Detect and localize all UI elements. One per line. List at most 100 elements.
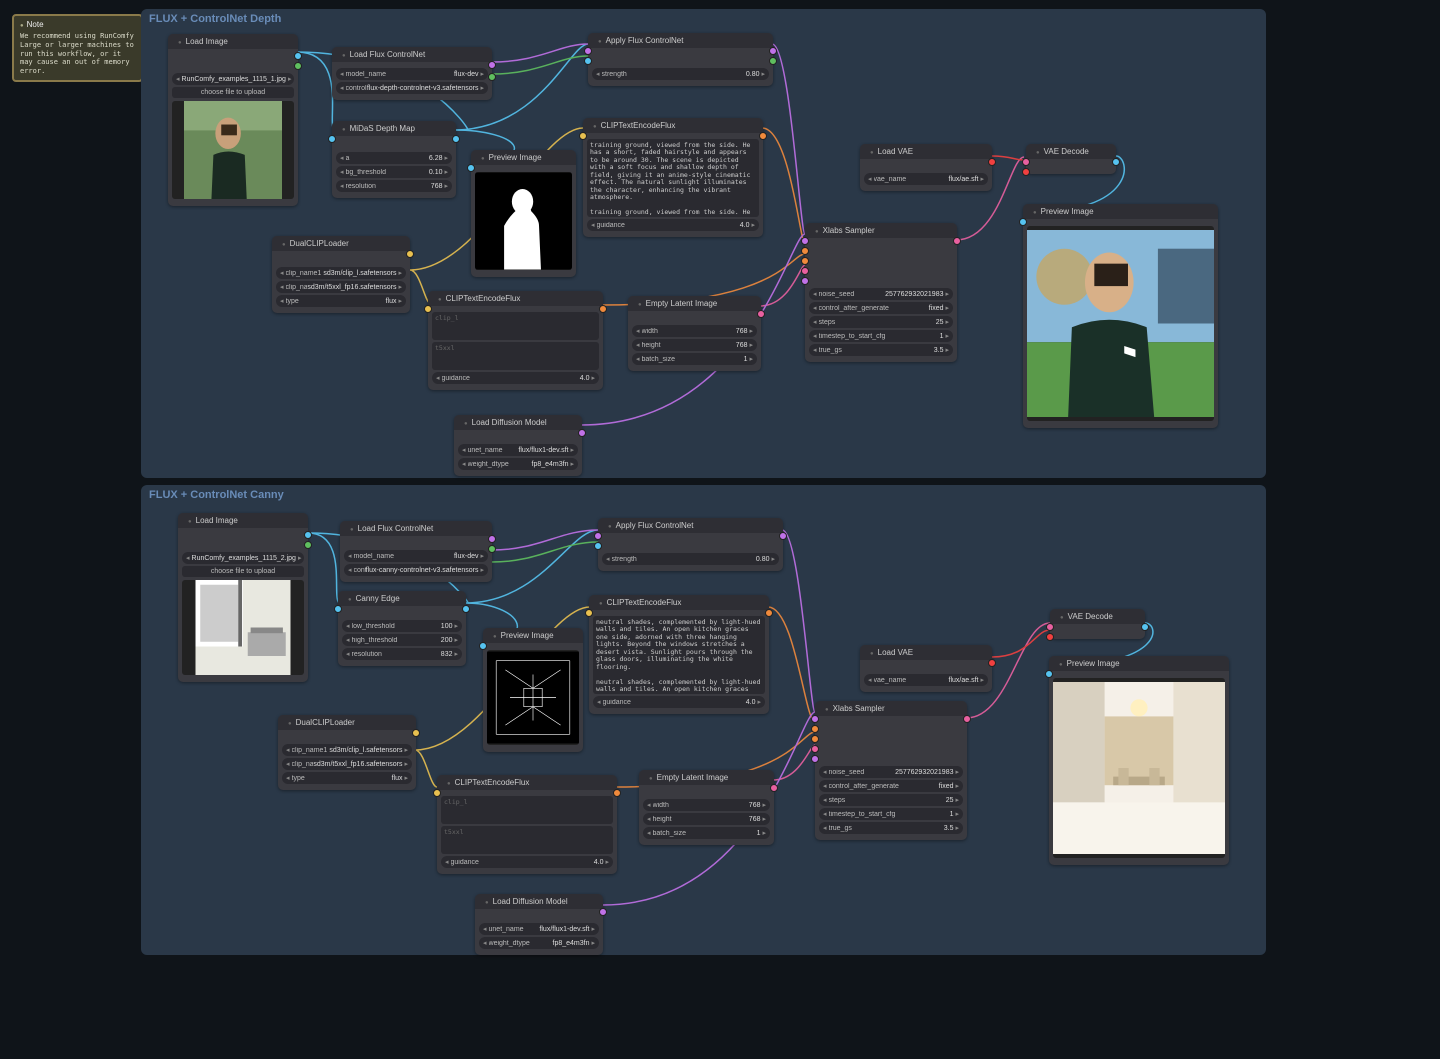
field-bg-threshold[interactable]: ◂bg_threshold0.10▸ <box>336 166 452 178</box>
port-out[interactable] <box>769 47 777 55</box>
field-timestep[interactable]: ◂timestep_to_start_cfg1▸ <box>819 808 963 820</box>
port-in[interactable] <box>328 135 336 143</box>
port-in[interactable] <box>1046 623 1054 631</box>
port-in[interactable] <box>801 257 809 265</box>
node-load-diffusion[interactable]: Load Diffusion Model ◂unet_nameflux/flux… <box>475 894 603 955</box>
port-clip-in[interactable] <box>579 132 587 140</box>
field-clip2[interactable]: ◂clip_name2sd3m/t5xxl_fp16.safetensors▸ <box>276 281 406 293</box>
node-midas-depth[interactable]: MiDaS Depth Map ◂a6.28▸ ◂bg_threshold0.1… <box>332 121 456 198</box>
field-height[interactable]: ◂height768▸ <box>643 813 770 825</box>
text-t5xxl[interactable]: t5xxl <box>441 826 613 854</box>
text-clip-l[interactable]: clip_l <box>441 796 613 824</box>
field-steps[interactable]: ◂steps25▸ <box>819 794 963 806</box>
port-in[interactable] <box>801 277 809 285</box>
port-out[interactable] <box>488 61 496 69</box>
node-load-diffusion[interactable]: Load Diffusion Model ◂unet_nameflux/flux… <box>454 415 582 476</box>
field-image[interactable]: ◂imageRunComfy_examples_1115_2.jpg▸ <box>182 552 304 564</box>
port-out[interactable] <box>452 135 460 143</box>
field-batch[interactable]: ◂batch_size1▸ <box>643 827 770 839</box>
field-dtype[interactable]: ◂weight_dtypefp8_e4m3fn▸ <box>458 458 578 470</box>
port-in[interactable] <box>585 609 593 617</box>
port-out[interactable] <box>769 57 777 65</box>
port-mask-out[interactable] <box>294 62 302 70</box>
port-in[interactable] <box>801 267 809 275</box>
field-resolution[interactable]: ◂resolution768▸ <box>336 180 452 192</box>
node-load-image[interactable]: Load Image ◂imageRunComfy_examples_1115_… <box>168 34 298 206</box>
field-strength[interactable]: ◂strength0.80▸ <box>602 553 779 565</box>
node-load-vae[interactable]: Load VAE ◂vae_nameflux/ae.sft▸ <box>860 144 992 191</box>
node-load-image[interactable]: Load Image ◂imageRunComfy_examples_1115_… <box>178 513 308 682</box>
field-seed[interactable]: ◂noise_seed257762932021983▸ <box>809 288 953 300</box>
node-vae-decode[interactable]: VAE Decode <box>1050 609 1145 639</box>
node-clip-text-encode[interactable]: CLIPTextEncodeFlux neutral shades, compl… <box>589 595 769 714</box>
node-canny-edge[interactable]: Canny Edge ◂low_threshold100▸ ◂high_thre… <box>338 591 466 666</box>
field-cag[interactable]: ◂control_after_generatefixed▸ <box>819 780 963 792</box>
node-empty-latent[interactable]: Empty Latent Image ◂width768▸ ◂height768… <box>628 296 761 371</box>
field-clip2[interactable]: ◂clip_name2sd3m/t5xxl_fp16.safetensors▸ <box>282 758 412 770</box>
node-load-flux-controlnet[interactable]: Load Flux ControlNet ◂model_nameflux-dev… <box>340 521 492 582</box>
port-img-out[interactable] <box>1112 158 1120 166</box>
field-image[interactable]: ◂imageRunComfy_examples_1115_1.jpg▸ <box>172 73 294 85</box>
upload-button[interactable]: choose file to upload <box>182 566 304 577</box>
node-vae-decode[interactable]: VAE Decode <box>1026 144 1116 174</box>
port-in[interactable] <box>594 542 602 550</box>
port-vae-out[interactable] <box>988 158 996 166</box>
node-dual-clip-loader[interactable]: DualCLIPLoader ◂clip_name1sd3m/clip_l.sa… <box>272 236 410 313</box>
port-in[interactable] <box>811 735 819 743</box>
port-in[interactable] <box>801 247 809 255</box>
node-load-vae[interactable]: Load VAE ◂vae_nameflux/ae.sft▸ <box>860 645 992 692</box>
field-clip1[interactable]: ◂clip_name1sd3m/clip_l.safetensors▸ <box>282 744 412 756</box>
node-clip-text-encode[interactable]: CLIPTextEncodeFlux clip_l t5xxl ◂guidanc… <box>437 775 617 874</box>
node-load-flux-controlnet[interactable]: Load Flux ControlNet ◂model_nameflux-dev… <box>332 47 492 100</box>
field-vae[interactable]: ◂vae_nameflux/ae.sft▸ <box>864 173 988 185</box>
port-in[interactable] <box>811 715 819 723</box>
port-cond-out[interactable] <box>759 132 767 140</box>
field-vae[interactable]: ◂vae_nameflux/ae.sft▸ <box>864 674 988 686</box>
field-batch[interactable]: ◂batch_size1▸ <box>632 353 757 365</box>
text-clip-l[interactable]: clip_l <box>432 312 599 340</box>
port-in[interactable] <box>467 164 475 172</box>
port-out[interactable] <box>488 73 496 81</box>
port-in[interactable] <box>479 642 487 650</box>
port-image-out[interactable] <box>294 52 302 60</box>
field-high[interactable]: ◂high_threshold200▸ <box>342 634 462 646</box>
port-in[interactable] <box>334 605 342 613</box>
port-in[interactable] <box>1022 168 1030 176</box>
port-in[interactable] <box>811 725 819 733</box>
field-seed[interactable]: ◂noise_seed257762932021983▸ <box>819 766 963 778</box>
node-xlabs-sampler[interactable]: Xlabs Sampler ◂noise_seed257762932021983… <box>805 223 957 362</box>
port-clip-out[interactable] <box>406 250 414 258</box>
node-xlabs-sampler[interactable]: Xlabs Sampler ◂noise_seed257762932021983… <box>815 701 967 840</box>
field-guidance[interactable]: ◂guidance4.0▸ <box>432 372 599 384</box>
field-truegs[interactable]: ◂true_gs3.5▸ <box>809 344 953 356</box>
port-out[interactable] <box>304 531 312 539</box>
port-in[interactable] <box>594 532 602 540</box>
node-clip-text-encode[interactable]: CLIPTextEncodeFlux training ground, view… <box>583 118 763 237</box>
port-in[interactable] <box>1046 633 1054 641</box>
port-out[interactable] <box>963 715 971 723</box>
port-out[interactable] <box>412 729 420 737</box>
field-strength[interactable]: ◂strength0.80▸ <box>592 68 769 80</box>
field-controlnet-path[interactable]: ◂controlnet_pathflux-canny-controlnet-v3… <box>344 564 488 576</box>
port-out[interactable] <box>488 535 496 543</box>
field-steps[interactable]: ◂steps25▸ <box>809 316 953 328</box>
field-res[interactable]: ◂resolution832▸ <box>342 648 462 660</box>
node-graph-canvas[interactable]: Note We recommend using RunComfy Large o… <box>0 0 1440 1059</box>
field-unet[interactable]: ◂unet_nameflux/flux1-dev.sft▸ <box>479 923 599 935</box>
port-out[interactable] <box>770 784 778 792</box>
field-a[interactable]: ◂a6.28▸ <box>336 152 452 164</box>
port-out[interactable] <box>988 659 996 667</box>
field-controlnet-path[interactable]: ◂controlnet_pathflux-depth-controlnet-v3… <box>336 82 488 94</box>
field-height[interactable]: ◂height768▸ <box>632 339 757 351</box>
port-clip-in[interactable] <box>424 305 432 313</box>
port-out[interactable] <box>488 545 496 553</box>
node-preview-image[interactable]: Preview Image <box>471 150 576 277</box>
field-type[interactable]: ◂typeflux▸ <box>276 295 406 307</box>
node-dual-clip-loader[interactable]: DualCLIPLoader ◂clip_name1sd3m/clip_l.sa… <box>278 715 416 790</box>
port-out[interactable] <box>599 908 607 916</box>
field-low[interactable]: ◂low_threshold100▸ <box>342 620 462 632</box>
port-in[interactable] <box>1019 218 1027 226</box>
port-out[interactable] <box>765 609 773 617</box>
field-type[interactable]: ◂typeflux▸ <box>282 772 412 784</box>
field-cag[interactable]: ◂control_after_generatefixed▸ <box>809 302 953 314</box>
